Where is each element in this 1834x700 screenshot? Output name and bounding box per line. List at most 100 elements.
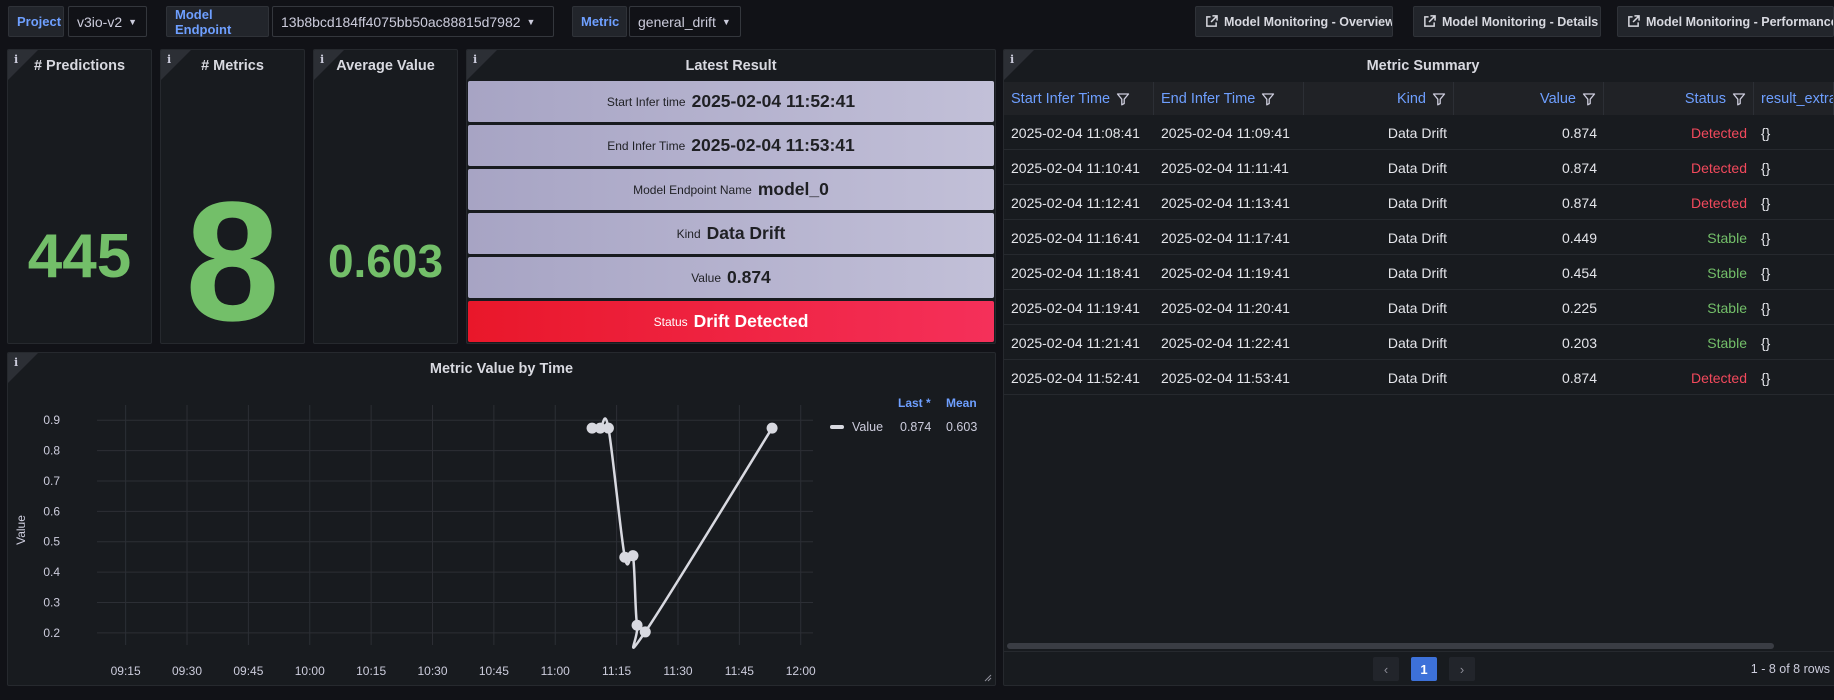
legend-series-value[interactable]: Value	[830, 420, 883, 434]
table-cell-start-infer-time: 2025-02-04 11:52:41	[1011, 369, 1140, 386]
column-header-start-infer-time[interactable]: Start Infer Time	[1004, 82, 1154, 115]
table-cell-status: Stable	[1707, 299, 1747, 316]
x-tick-label: 10:45	[479, 664, 509, 678]
filter-icon[interactable]	[1261, 92, 1275, 106]
column-header-value[interactable]: Value	[1454, 82, 1604, 115]
y-tick-label: 0.7	[43, 474, 60, 488]
pagination-summary: 1 - 8 of 8 rows	[1750, 662, 1830, 676]
x-tick-label: 09:15	[111, 664, 141, 678]
legend-last-value: 0.874	[900, 420, 932, 434]
y-tick-label: 0.5	[43, 535, 60, 549]
column-header-label: Kind	[1396, 90, 1426, 107]
table-cell-kind: Data Drift	[1387, 264, 1447, 281]
filter-icon[interactable]	[1116, 92, 1130, 106]
table-cell-status: Stable	[1707, 264, 1747, 281]
table-cell-value: 0.225	[1561, 299, 1597, 316]
table-cell-value: 0.874	[1561, 124, 1597, 141]
table-cell-status: Detected	[1690, 124, 1747, 141]
data-point	[639, 626, 651, 638]
series-line	[592, 417, 774, 649]
table-cell-start-infer-time: 2025-02-04 11:21:41	[1011, 334, 1140, 351]
table-cell-kind: Data Drift	[1387, 194, 1447, 211]
table-cell-kind: Data Drift	[1387, 229, 1447, 246]
filter-icon[interactable]	[1732, 92, 1746, 106]
table-cell-status: Detected	[1690, 369, 1747, 386]
table-row-divider	[1004, 394, 1834, 395]
table-cell-end-infer-time: 2025-02-04 11:20:41	[1161, 299, 1290, 316]
column-header-label: Start Infer Time	[1011, 90, 1111, 107]
table-cell-value: 0.449	[1561, 229, 1597, 246]
table-cell-value: 0.874	[1561, 159, 1597, 176]
column-header-label: result_extra	[1761, 90, 1834, 107]
table-cell-value: 0.874	[1561, 194, 1597, 211]
table-cell-status: Detected	[1690, 159, 1747, 176]
x-tick-label: 11:30	[663, 664, 692, 678]
table-cell-kind: Data Drift	[1387, 299, 1447, 316]
table-footer-divider	[1004, 651, 1834, 652]
column-header-result-extra[interactable]: result_extra	[1754, 82, 1834, 115]
legend-series-label: Value	[852, 420, 884, 434]
x-tick-label: 10:15	[356, 664, 386, 678]
prev-page-button[interactable]: ‹	[1373, 657, 1399, 681]
table-cell-end-infer-time: 2025-02-04 11:17:41	[1161, 229, 1290, 246]
column-header-end-infer-time[interactable]: End Infer Time	[1154, 82, 1304, 115]
x-tick-label: 11:15	[602, 664, 631, 678]
legend-line-swatch	[830, 425, 844, 429]
y-tick-label: 0.4	[43, 565, 60, 579]
filter-icon[interactable]	[1432, 92, 1446, 106]
y-tick-label: 0.8	[43, 444, 60, 458]
page-1-button[interactable]: 1	[1411, 657, 1437, 681]
y-tick-label: 0.6	[43, 504, 60, 518]
table-cell-end-infer-time: 2025-02-04 11:53:41	[1161, 369, 1290, 386]
table-cell-start-infer-time: 2025-02-04 11:18:41	[1011, 264, 1140, 281]
filter-icon[interactable]	[1582, 92, 1596, 106]
table-cell-kind: Data Drift	[1387, 334, 1447, 351]
data-point	[766, 422, 778, 434]
column-header-kind[interactable]: Kind	[1304, 82, 1454, 115]
data-point	[627, 550, 639, 562]
table-title: Metric Summary	[1366, 58, 1480, 74]
y-tick-label: 0.9	[43, 413, 60, 427]
table-cell-value: 0.874	[1561, 369, 1597, 386]
table-cell-result-extra: {}	[1761, 124, 1771, 141]
column-header-label: Status	[1684, 90, 1726, 107]
column-header-label: End Infer Time	[1161, 90, 1256, 107]
table-cell-value: 0.203	[1561, 334, 1597, 351]
x-tick-label: 09:30	[172, 664, 202, 678]
table-cell-result-extra: {}	[1761, 264, 1771, 281]
table-cell-end-infer-time: 2025-02-04 11:22:41	[1161, 334, 1290, 351]
y-tick-label: 0.2	[43, 626, 60, 640]
horizontal-scrollbar[interactable]	[1007, 643, 1774, 649]
table-cell-start-infer-time: 2025-02-04 11:16:41	[1011, 229, 1140, 246]
table-cell-result-extra: {}	[1761, 159, 1771, 176]
data-point	[602, 422, 614, 434]
table-cell-start-infer-time: 2025-02-04 11:10:41	[1011, 159, 1140, 176]
table-cell-status: Stable	[1707, 229, 1747, 246]
table-cell-value: 0.454	[1561, 264, 1597, 281]
table-cell-kind: Data Drift	[1387, 369, 1447, 386]
x-tick-label: 10:30	[417, 664, 447, 678]
legend-header-last: Last *	[898, 396, 931, 410]
column-header-status[interactable]: Status	[1604, 82, 1754, 115]
table-cell-start-infer-time: 2025-02-04 11:08:41	[1011, 124, 1140, 141]
table-cell-end-infer-time: 2025-02-04 11:11:41	[1161, 159, 1289, 176]
table-cell-status: Detected	[1690, 194, 1747, 211]
legend-mean-value: 0.603	[946, 420, 978, 434]
table-cell-result-extra: {}	[1761, 194, 1771, 211]
y-axis-label: Value	[14, 515, 28, 545]
table-cell-end-infer-time: 2025-02-04 11:19:41	[1161, 264, 1290, 281]
x-tick-label: 11:00	[541, 664, 570, 678]
legend-header-mean: Mean	[946, 396, 977, 410]
table-cell-result-extra: {}	[1761, 369, 1771, 386]
column-header-label: Value	[1539, 90, 1576, 107]
table-cell-start-infer-time: 2025-02-04 11:19:41	[1011, 299, 1140, 316]
x-tick-label: 10:00	[295, 664, 325, 678]
table-cell-result-extra: {}	[1761, 334, 1771, 351]
table-cell-kind: Data Drift	[1387, 124, 1447, 141]
table-cell-result-extra: {}	[1761, 229, 1771, 246]
table-cell-end-infer-time: 2025-02-04 11:13:41	[1161, 194, 1290, 211]
x-tick-label: 12:00	[786, 664, 816, 678]
table-cell-start-infer-time: 2025-02-04 11:12:41	[1011, 194, 1140, 211]
y-tick-label: 0.3	[43, 595, 60, 609]
next-page-button[interactable]: ›	[1449, 657, 1475, 681]
